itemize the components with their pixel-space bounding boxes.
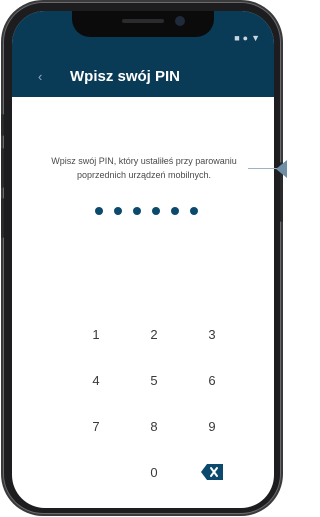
- square-icon: ■: [234, 33, 240, 43]
- pin-dot: [114, 207, 122, 215]
- key-3[interactable]: 3: [183, 311, 241, 357]
- circle-icon: ●: [242, 33, 249, 43]
- volume-down-button: [1, 198, 4, 238]
- mute-switch: [1, 114, 4, 136]
- keypad-empty: [67, 449, 125, 495]
- pin-dot: [190, 207, 198, 215]
- pin-instructions: Wpisz swój PIN, który ustaliłeś przy par…: [51, 156, 237, 180]
- key-6[interactable]: 6: [183, 357, 241, 403]
- phone-frame: ■ ● ▼ ‹ Wpisz swój PIN Wpisz swój PIN, k…: [1, 2, 283, 514]
- status-icons: ■ ● ▼: [234, 34, 260, 43]
- triangle-icon: ▼: [251, 33, 260, 43]
- screen: ■ ● ▼ ‹ Wpisz swój PIN Wpisz swój PIN, k…: [12, 11, 274, 508]
- volume-up-button: [1, 148, 4, 188]
- key-8[interactable]: 8: [125, 403, 183, 449]
- key-0[interactable]: 0: [125, 449, 183, 495]
- pin-dot: [152, 207, 160, 215]
- key-2[interactable]: 2: [125, 311, 183, 357]
- key-5[interactable]: 5: [125, 357, 183, 403]
- chevron-left-icon: ‹: [38, 69, 43, 84]
- speaker: [122, 19, 164, 23]
- camera: [175, 16, 185, 26]
- delete-button[interactable]: [183, 449, 241, 495]
- pin-dot: [171, 207, 179, 215]
- key-4[interactable]: 4: [67, 357, 125, 403]
- key-7[interactable]: 7: [67, 403, 125, 449]
- pin-dot: [133, 207, 141, 215]
- keypad: 1 2 3 4 5 6 7 8 9 0: [67, 311, 241, 495]
- callout-line: [248, 168, 278, 169]
- page-title: Wpisz swój PIN: [70, 68, 181, 85]
- pin-dot: [95, 207, 103, 215]
- key-1[interactable]: 1: [67, 311, 125, 357]
- pin-dots: [95, 207, 198, 215]
- notch: [72, 11, 214, 37]
- key-9[interactable]: 9: [183, 403, 241, 449]
- backspace-icon: [201, 464, 223, 480]
- app-bar: ■ ● ▼ ‹ Wpisz swój PIN: [12, 11, 274, 97]
- back-button[interactable]: ‹: [38, 69, 42, 85]
